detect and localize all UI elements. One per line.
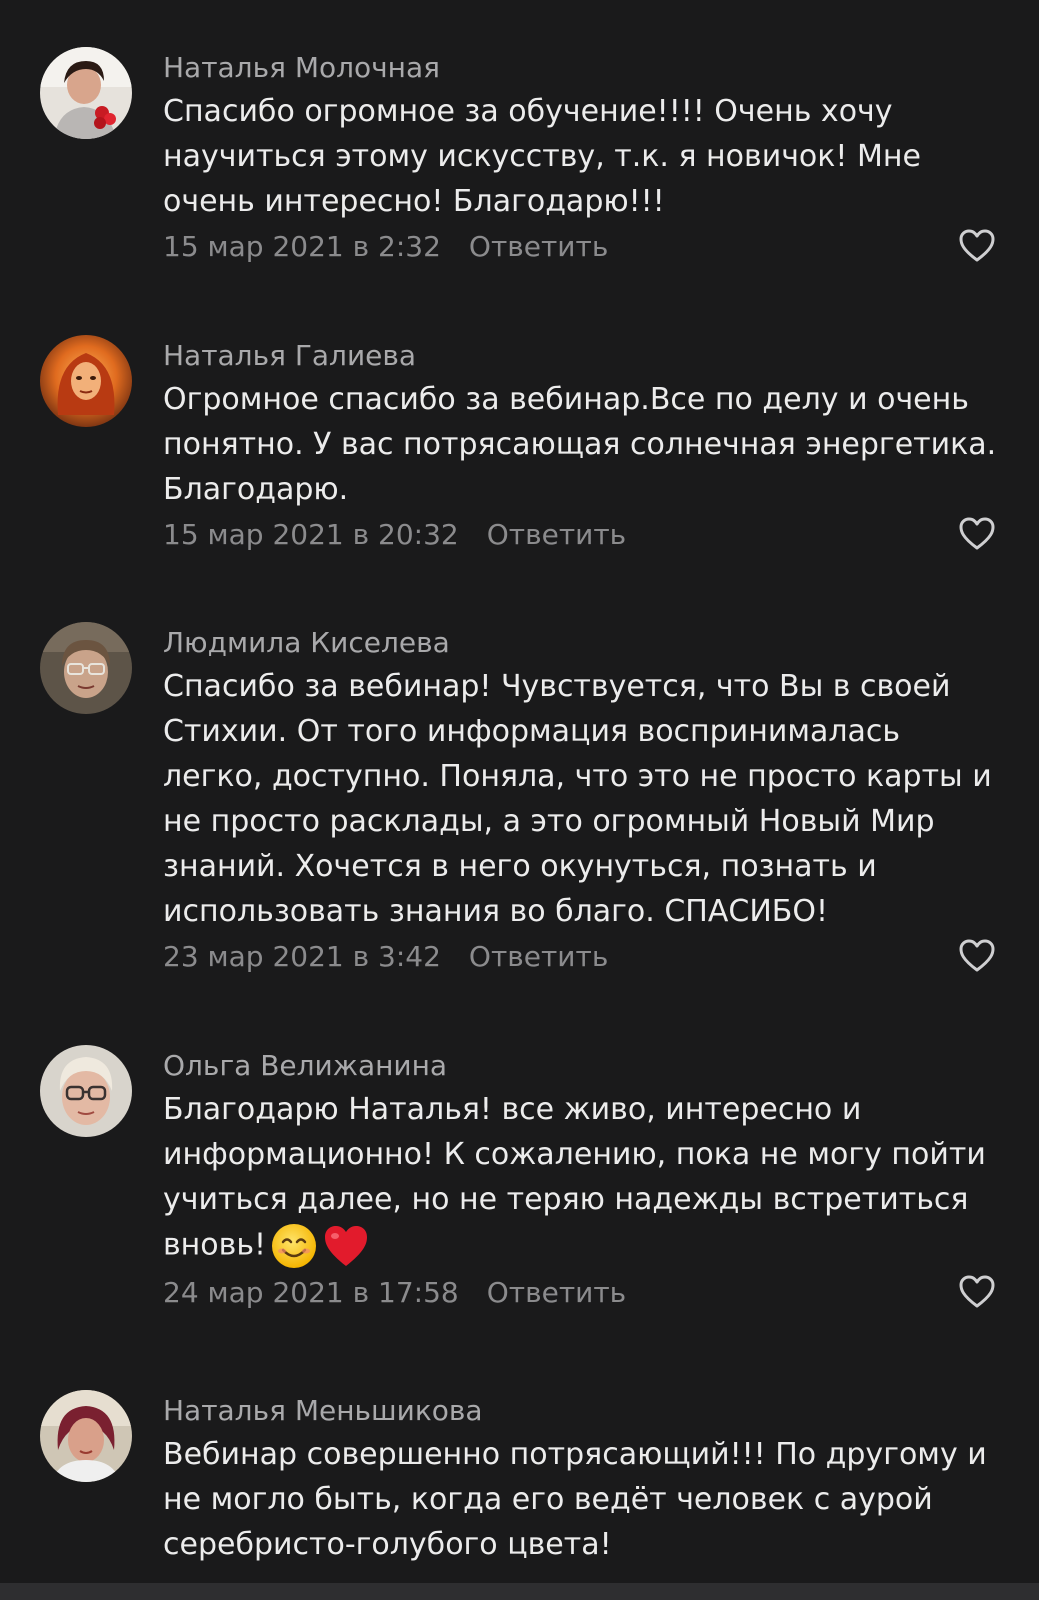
comment-date: 15 мар 2021 в 20:32 (163, 518, 459, 551)
comment-text: Огромное спасибо за вебинар.Все по делу … (163, 382, 997, 507)
comment-author[interactable]: Ольга Велижанина (163, 1048, 999, 1084)
comment-author[interactable]: Людмила Киселева (163, 625, 999, 661)
comment-date: 15 мар 2021 в 2:32 (163, 230, 441, 263)
comment-author[interactable]: Наталья Меньшикова (163, 1393, 999, 1429)
comment-author[interactable]: Наталья Галиева (163, 338, 999, 374)
reply-button[interactable]: Ответить (487, 518, 626, 551)
comment-meta: 24 мар 2021 в 17:58 Ответить (163, 1270, 999, 1315)
comment-meta: 15 мар 2021 в 20:32 Ответить (163, 512, 999, 557)
heart-outline-icon[interactable] (958, 938, 996, 974)
comment-date: 24 мар 2021 в 17:58 (163, 1276, 459, 1309)
comments-list: Наталья Молочная Спасибо огромное за обу… (0, 0, 1039, 1600)
reply-button[interactable]: Ответить (469, 940, 608, 973)
comment-item: Людмила Киселева Спасибо за вебинар! Чув… (0, 574, 1039, 997)
comment-author[interactable]: Наталья Молочная (163, 50, 999, 86)
comment-text: Вебинар совершенно потрясающий!!! По дру… (163, 1437, 987, 1562)
avatar[interactable] (40, 1390, 132, 1482)
avatar[interactable] (40, 47, 132, 139)
bottom-bar (0, 1583, 1039, 1600)
comment-meta: 23 мар 2021 в 3:42 Ответить (163, 934, 999, 979)
heart-outline-icon[interactable] (958, 1274, 996, 1310)
comment-meta: 15 мар 2021 в 2:32 Ответить (163, 224, 999, 269)
comment-item: Наталья Меньшикова Вебинар совершенно по… (0, 1342, 1039, 1600)
comment-text: Спасибо за вебинар! Чувствуется, что Вы … (163, 669, 992, 929)
smiling-face-emoji (272, 1224, 317, 1268)
reply-button[interactable]: Ответить (469, 230, 608, 263)
heart-outline-icon[interactable] (958, 228, 996, 264)
avatar[interactable] (40, 335, 132, 427)
comment-text: Благодарю Наталья! все живо, интересно и… (163, 1087, 999, 1270)
comment-date: 23 мар 2021 в 3:42 (163, 940, 441, 973)
comment-text: Спасибо огромное за обучение!!!! Очень х… (163, 94, 921, 219)
comment-item: Наталья Галиева Огромное спасибо за веби… (0, 287, 1039, 574)
red-heart-emoji (325, 1226, 368, 1266)
reply-button[interactable]: Ответить (487, 1276, 626, 1309)
comment-item: Наталья Молочная Спасибо огромное за обу… (0, 0, 1039, 287)
heart-outline-icon[interactable] (958, 516, 996, 552)
avatar[interactable] (40, 1045, 132, 1137)
comment-item: Ольга Велижанина Благодарю Наталья! все … (0, 997, 1039, 1342)
avatar[interactable] (40, 622, 132, 714)
